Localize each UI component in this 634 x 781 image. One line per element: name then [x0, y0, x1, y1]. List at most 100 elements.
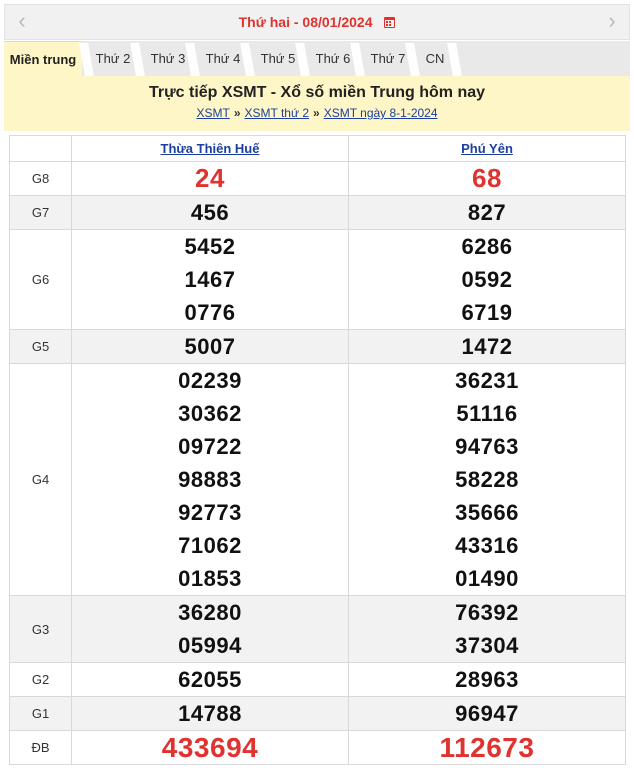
- calendar-icon[interactable]: [384, 17, 396, 28]
- chevron-right-icon[interactable]: ›: [603, 10, 621, 32]
- weekday-label: Thứ hai -: [238, 14, 299, 30]
- prize-cell-left: 02239 30362 09722 98883 92773 71062 01853: [71, 363, 349, 596]
- prize-number: 98883: [178, 467, 242, 492]
- date-bar: ‹ Thứ hai - 08/01/2024 ›: [4, 4, 630, 40]
- tab-divider: [188, 41, 200, 76]
- prize-cell-right: 28963: [348, 662, 626, 697]
- prize-label: G2: [9, 662, 72, 697]
- tab-divider: [450, 41, 462, 76]
- tab-divider: [353, 41, 365, 76]
- breadcrumb-separator: »: [313, 106, 320, 120]
- prize-number: 14788: [178, 701, 242, 726]
- prize-label: G5: [9, 329, 72, 364]
- tab-divider: [133, 41, 145, 76]
- prize-cell-right: 112673: [348, 730, 626, 765]
- prize-number: 5007: [184, 334, 236, 359]
- results-body: G8 24 68 G7 456 827 G6 5452 1467 0776 6286 0592 6719…: [9, 161, 626, 765]
- prize-number: 05994: [178, 633, 242, 658]
- table-row: G2 62055 28963: [9, 662, 626, 697]
- prize-number: 58228: [455, 467, 519, 492]
- breadcrumb-xsmt-thu-2[interactable]: XSMT thứ 2: [245, 106, 310, 120]
- results-table: Thừa Thiên Huế Phú Yên G8 24 68 G7 456 827 G6 5…: [9, 135, 626, 765]
- date-display[interactable]: Thứ hai - 08/01/2024: [5, 14, 629, 30]
- tab-divider: [243, 41, 255, 76]
- prize-number: 0592: [461, 267, 513, 292]
- province-link-phu-yen[interactable]: Phú Yên: [461, 141, 513, 156]
- table-row: G8 24 68: [9, 161, 626, 196]
- prize-cell-right: 68: [348, 161, 626, 196]
- prize-number: 01853: [178, 566, 242, 591]
- prize-number: 68: [472, 163, 502, 193]
- prize-number: 37304: [455, 633, 519, 658]
- prize-number: 35666: [455, 500, 519, 525]
- prize-cell-left: 36280 05994: [71, 595, 349, 663]
- prize-number: 09722: [178, 434, 242, 459]
- prize-cell-right: 96947: [348, 696, 626, 731]
- breadcrumb-separator: »: [233, 106, 241, 120]
- prize-number: 1467: [184, 267, 236, 292]
- prize-number: 24: [195, 163, 225, 193]
- prize-number: 01490: [455, 566, 519, 591]
- tab-divider: [298, 41, 310, 76]
- prize-label: G4: [9, 363, 72, 596]
- province-link-hue[interactable]: Thừa Thiên Huế: [161, 141, 260, 156]
- table-row: G3 36280 05994 76392 37304: [9, 595, 626, 663]
- table-row: G5 5007 1472: [9, 329, 626, 364]
- table-header-row: Thừa Thiên Huế Phú Yên: [9, 135, 626, 162]
- prize-number: 43316: [455, 533, 519, 558]
- prize-number: 94763: [455, 434, 519, 459]
- prize-number: 0776: [184, 300, 236, 325]
- prize-cell-left: 14788: [71, 696, 349, 731]
- prize-cell-left: 5007: [71, 329, 349, 364]
- prize-number: 92773: [178, 500, 242, 525]
- tab-divider: [82, 41, 94, 76]
- table-row: G4 02239 30362 09722 98883 92773 71062 01853 362…: [9, 363, 626, 596]
- prize-number: 112673: [439, 732, 535, 763]
- region-tabs: Miền trung Thứ 2 Thứ 3 Thứ 4 Thứ 5 Thứ 6…: [4, 41, 630, 76]
- date-value: 08/01/2024: [302, 14, 373, 30]
- prize-cell-left: 5452 1467 0776: [71, 229, 349, 330]
- prize-label: ĐB: [9, 730, 72, 765]
- prize-number: 96947: [455, 701, 519, 726]
- prize-number: 71062: [178, 533, 242, 558]
- prize-label: G7: [9, 195, 72, 230]
- prize-label: G3: [9, 595, 72, 663]
- province-header-hue: Thừa Thiên Huế: [71, 135, 349, 162]
- prize-number: 1472: [461, 334, 513, 359]
- prize-number: 5452: [184, 234, 236, 259]
- prize-label: G1: [9, 696, 72, 731]
- prize-cell-right: 36231 51116 94763 58228 35666 43316 01490: [348, 363, 626, 596]
- prize-cell-right: 76392 37304: [348, 595, 626, 663]
- tab-mien-trung[interactable]: Miền trung: [4, 41, 82, 76]
- prize-number: 6719: [461, 300, 513, 325]
- prize-number: 433694: [161, 732, 259, 763]
- table-row: G7 456 827: [9, 195, 626, 230]
- prize-number: 456: [190, 200, 230, 225]
- tab-divider: [408, 41, 420, 76]
- prize-number: 6286: [461, 234, 513, 259]
- prize-number: 36231: [455, 368, 519, 393]
- prize-cell-right: 6286 0592 6719: [348, 229, 626, 330]
- results-header: Trực tiếp XSMT - Xổ số miền Trung hôm na…: [4, 76, 630, 131]
- prize-cell-right: 1472: [348, 329, 626, 364]
- prize-number: 30362: [178, 401, 242, 426]
- table-row: G1 14788 96947: [9, 696, 626, 731]
- prize-label: G6: [9, 229, 72, 330]
- prize-number: 51116: [456, 401, 518, 426]
- prize-cell-left: 456: [71, 195, 349, 230]
- prize-number: 827: [467, 200, 507, 225]
- province-header-phu-yen: Phú Yên: [348, 135, 626, 162]
- table-row: ĐB 433694 112673: [9, 730, 626, 765]
- breadcrumb-xsmt[interactable]: XSMT: [196, 106, 229, 120]
- prize-cell-right: 827: [348, 195, 626, 230]
- prize-cell-left: 433694: [71, 730, 349, 765]
- prize-number: 36280: [178, 600, 242, 625]
- prize-number: 02239: [178, 368, 242, 393]
- prize-number: 28963: [455, 667, 519, 692]
- prize-number: 62055: [178, 667, 242, 692]
- breadcrumb: XSMT» XSMT thứ 2» XSMT ngày 8-1-2024: [4, 106, 630, 120]
- table-row: G6 5452 1467 0776 6286 0592 6719: [9, 229, 626, 330]
- breadcrumb-xsmt-date[interactable]: XSMT ngày 8-1-2024: [324, 106, 438, 120]
- prize-cell-left: 62055: [71, 662, 349, 697]
- page-title: Trực tiếp XSMT - Xổ số miền Trung hôm na…: [148, 84, 486, 101]
